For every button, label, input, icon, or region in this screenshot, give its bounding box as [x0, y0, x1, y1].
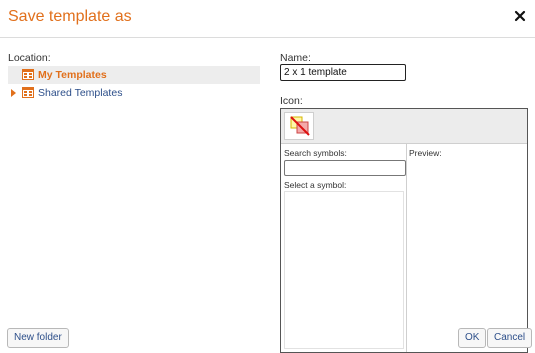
icon-panel: Search symbols: Select a symbol: Preview… — [280, 108, 528, 353]
symbol-picker-button[interactable] — [284, 112, 314, 140]
close-icon[interactable] — [513, 9, 527, 23]
select-symbol-label: Select a symbol: — [284, 180, 347, 190]
cancel-button[interactable]: Cancel — [487, 328, 533, 348]
folder-icon — [22, 69, 34, 80]
dialog-titlebar: Save template as — [8, 6, 529, 32]
tree-item-label: Shared Templates — [38, 87, 123, 99]
new-folder-button[interactable]: New folder — [7, 328, 69, 348]
dialog-title: Save template as — [8, 8, 132, 25]
symbol-list[interactable] — [284, 191, 404, 349]
folder-icon — [22, 87, 34, 98]
preview-area: Preview: — [409, 144, 527, 352]
save-template-dialog: Save template as Location: My Templates — [0, 0, 535, 353]
name-label: Name: — [280, 52, 311, 64]
location-section: Location: My Templates Shared Templates — [8, 52, 260, 302]
tree-item-shared-templates[interactable]: Shared Templates — [8, 84, 260, 102]
symbol-search-column: Search symbols: Select a symbol: — [281, 144, 407, 352]
tree-item-my-templates[interactable]: My Templates — [8, 66, 260, 84]
tree-item-label: My Templates — [38, 69, 107, 81]
no-symbol-icon — [290, 116, 310, 136]
template-properties: Name: Icon: Search symbols: Select a sym… — [280, 52, 530, 353]
location-label: Location: — [8, 52, 51, 64]
name-field[interactable] — [280, 64, 406, 81]
icon-label: Icon: — [280, 95, 303, 107]
ok-button[interactable]: OK — [458, 328, 487, 348]
search-symbols-input[interactable] — [284, 160, 406, 176]
expand-arrow-icon[interactable] — [11, 89, 16, 97]
icon-toolbar — [281, 109, 527, 144]
title-divider — [0, 37, 535, 38]
search-symbols-label: Search symbols: — [284, 148, 347, 158]
location-tree: My Templates Shared Templates — [8, 66, 260, 102]
preview-label: Preview: — [409, 148, 442, 158]
